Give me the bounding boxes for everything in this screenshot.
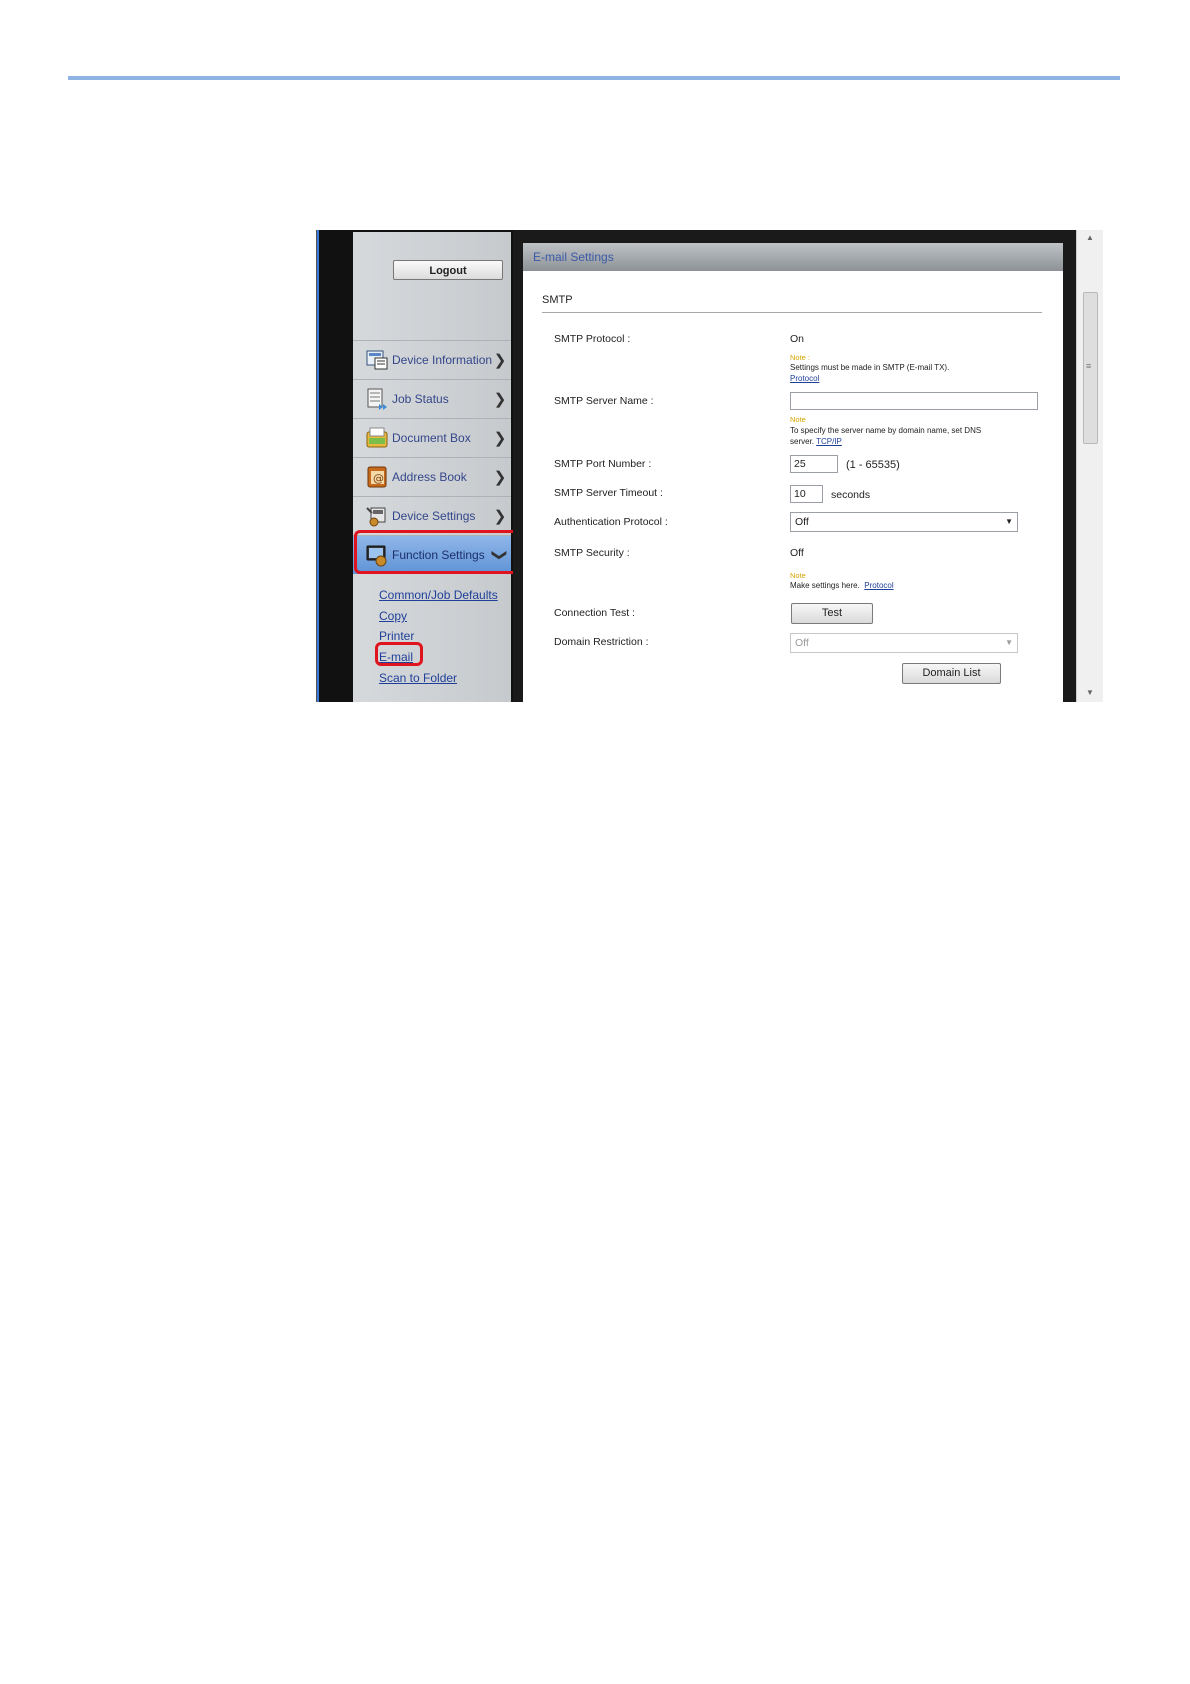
sidebar-item-label: Address Book — [392, 470, 467, 484]
dropdown-arrow-icon: ▼ — [1005, 638, 1013, 647]
scroll-up-icon[interactable]: ▲ — [1086, 233, 1094, 242]
sidebar: Logout Device Information ❯ Job Status ❯ — [353, 232, 511, 702]
sidebar-item-document-box[interactable]: Document Box ❯ — [353, 418, 511, 457]
note-text-line2: server. TCP/IP — [790, 437, 842, 446]
note-heading: Note : — [790, 353, 811, 362]
sidebar-item-label: Job Status — [392, 392, 449, 406]
timeout-unit: seconds — [831, 489, 871, 501]
auth-protocol-value: Off — [795, 516, 809, 528]
vertical-scrollbar[interactable]: ▲ ≡ ▼ — [1076, 230, 1103, 702]
connection-test-label: Connection Test : — [554, 607, 635, 619]
smtp-port-label: SMTP Port Number : — [554, 458, 652, 470]
device-information-icon — [366, 350, 388, 370]
window-edge — [317, 230, 319, 702]
panel-title: E-mail Settings — [533, 250, 614, 264]
smtp-protocol-value: On — [790, 333, 805, 345]
domain-list-button[interactable]: Domain List — [902, 663, 1001, 684]
device-settings-icon — [366, 507, 386, 527]
smtp-timeout-label: SMTP Server Timeout : — [554, 487, 663, 499]
document-box-icon — [366, 427, 388, 448]
smtp-protocol-label: SMTP Protocol : — [554, 333, 631, 345]
subitem-printer[interactable]: Printer — [379, 629, 414, 643]
smtp-timeout-input[interactable]: 10 — [790, 485, 823, 503]
protocol-link[interactable]: Protocol — [864, 581, 893, 590]
subitem-copy[interactable]: Copy — [379, 609, 407, 623]
browser-screenshot: Logout Device Information ❯ Job Status ❯ — [316, 230, 1103, 702]
page-top-rule — [68, 76, 1120, 80]
subitem-scan-to-folder[interactable]: Scan to Folder — [379, 671, 457, 685]
note-text-line: Make settings here. Protocol — [790, 581, 894, 590]
note-heading: Note — [790, 415, 806, 424]
note-text: Make settings here. — [790, 581, 860, 590]
job-status-icon — [367, 388, 387, 410]
svg-text:@: @ — [373, 472, 384, 485]
chevron-right-icon: ❯ — [493, 430, 507, 447]
sidebar-item-address-book[interactable]: @ Address Book ❯ — [353, 457, 511, 496]
sidebar-item-job-status[interactable]: Job Status ❯ — [353, 379, 511, 418]
domain-restriction-label: Domain Restriction : — [554, 636, 649, 648]
chevron-right-icon: ❯ — [493, 508, 507, 525]
chevron-right-icon: ❯ — [493, 469, 507, 486]
email-settings-panel: SMTP SMTP Protocol : On Note : Settings … — [523, 271, 1063, 702]
sidebar-item-device-information[interactable]: Device Information ❯ — [353, 340, 511, 379]
subitem-common-job-defaults[interactable]: Common/Job Defaults — [379, 588, 498, 602]
smtp-security-label: SMTP Security : — [554, 547, 630, 559]
main-content: E-mail Settings SMTP SMTP Protocol : On … — [513, 230, 1076, 702]
tcpip-link[interactable]: TCP/IP — [816, 437, 842, 446]
smtp-port-input[interactable]: 25 — [790, 455, 838, 473]
panel-header: E-mail Settings — [523, 243, 1063, 271]
function-settings-highlight — [354, 530, 519, 574]
chevron-right-icon: ❯ — [493, 391, 507, 408]
sidebar-item-label: Device Information — [392, 353, 493, 367]
auth-protocol-label: Authentication Protocol : — [554, 516, 668, 528]
port-range-text: (1 - 65535) — [846, 459, 900, 471]
smtp-server-name-label: SMTP Server Name : — [554, 395, 654, 407]
note-text: Settings must be made in SMTP (E-mail TX… — [790, 363, 950, 372]
scroll-grip-icon: ≡ — [1086, 361, 1092, 371]
chevron-right-icon: ❯ — [493, 352, 507, 369]
protocol-link[interactable]: Protocol — [790, 374, 819, 383]
address-book-icon: @ — [367, 466, 387, 488]
auth-protocol-select[interactable]: Off ▼ — [790, 512, 1018, 532]
test-button[interactable]: Test — [791, 603, 873, 624]
logout-button[interactable]: Logout — [393, 260, 503, 280]
scroll-down-icon[interactable]: ▼ — [1086, 688, 1094, 697]
sidebar-item-label: Device Settings — [392, 509, 476, 523]
section-divider — [542, 312, 1042, 313]
smtp-security-value: Off — [790, 547, 804, 559]
note-text: server. — [790, 437, 815, 446]
note-heading: Note — [790, 571, 806, 580]
domain-restriction-select[interactable]: Off ▼ — [790, 633, 1018, 653]
dropdown-arrow-icon: ▼ — [1005, 517, 1013, 526]
domain-restriction-value: Off — [795, 637, 809, 649]
smtp-server-name-input[interactable] — [790, 392, 1038, 410]
note-text: To specify the server name by domain nam… — [790, 426, 982, 435]
section-title: SMTP — [542, 294, 573, 306]
email-highlight — [375, 642, 423, 666]
sidebar-item-label: Document Box — [392, 431, 471, 445]
